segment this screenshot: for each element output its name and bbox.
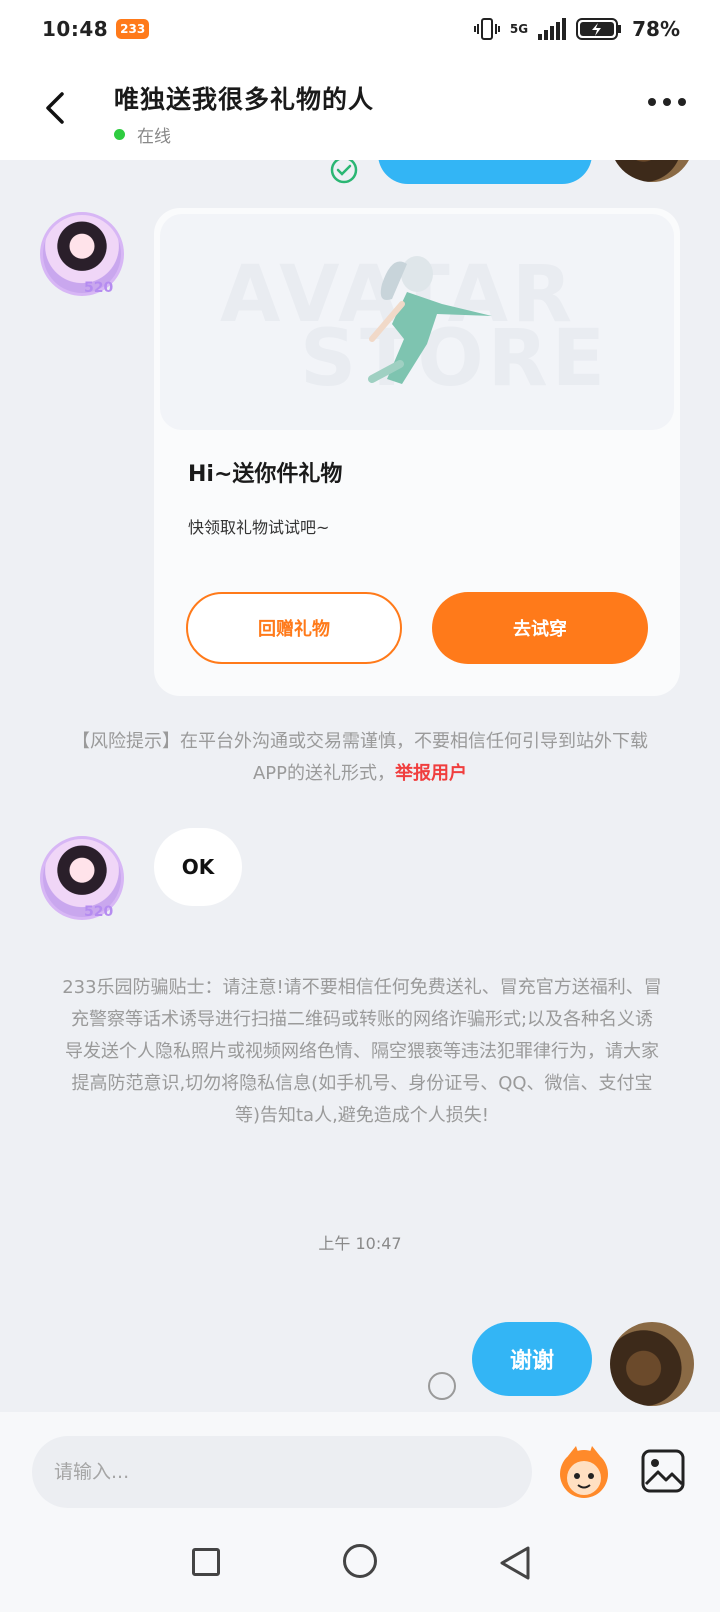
- sending-status-icon: [428, 1372, 456, 1400]
- received-message-bubble[interactable]: OK: [154, 828, 242, 906]
- avatar-figure-icon: [368, 256, 492, 384]
- gift-banner-image: AVATAR STORE: [160, 214, 674, 430]
- network-type: 5G: [509, 22, 529, 36]
- report-user-link[interactable]: 举报用户: [395, 763, 467, 784]
- image-button[interactable]: [640, 1448, 686, 1494]
- chat-header: 唯独送我很多礼物的人 在线: [0, 58, 720, 160]
- app-notification-badge: 233: [116, 19, 150, 39]
- more-dot-icon: [678, 98, 686, 106]
- my-avatar[interactable]: [610, 160, 694, 182]
- more-dot-icon: [663, 98, 671, 106]
- gift-card-message[interactable]: AVATAR STORE Hi~送你件礼物 快领取礼物试试吧~ 回赠礼物 去试穿: [154, 208, 680, 696]
- risk-notice: 【风险提示】在平台外沟通或交易需谨慎，不要相信任何引导到站外下载APP的送礼形式…: [70, 726, 650, 790]
- online-status: 在线: [114, 122, 171, 147]
- risk-notice-text: 【风险提示】在平台外沟通或交易需谨慎，不要相信任何引导到站外下载APP的送礼形式…: [72, 731, 648, 784]
- return-gift-button[interactable]: 回赠礼物: [186, 592, 402, 664]
- safety-tips: 233乐园防骗贴士：请注意!请不要相信任何免费送礼、冒充官方送福利、冒充警察等话…: [62, 977, 662, 1126]
- message-input[interactable]: [32, 1436, 532, 1508]
- read-check-icon: [330, 160, 358, 184]
- sent-message-bubble[interactable]: 谢谢: [472, 1322, 592, 1396]
- vibrate-icon: [473, 18, 500, 40]
- signal-icon: [538, 18, 567, 40]
- system-back-button[interactable]: [498, 1544, 532, 1582]
- chat-title: 唯独送我很多礼物的人: [114, 85, 375, 114]
- back-button[interactable]: [36, 86, 76, 130]
- system-nav-bar: [0, 1524, 720, 1612]
- sent-message-bubble[interactable]: [378, 160, 592, 184]
- battery-icon: [576, 18, 622, 40]
- input-bar: [0, 1412, 720, 1524]
- gift-card-title: Hi~送你件礼物: [188, 462, 343, 487]
- status-time: 10:48: [42, 17, 109, 41]
- message-timestamp: 上午 10:47: [318, 1234, 402, 1253]
- emoji-icon: [560, 1446, 608, 1498]
- online-dot-icon: [114, 129, 125, 140]
- recent-apps-button[interactable]: [192, 1548, 220, 1576]
- avatar-badge: 520: [84, 904, 114, 920]
- battery-percent: 78%: [632, 17, 680, 41]
- avatar-badge: 520: [84, 280, 114, 296]
- image-icon: [641, 1449, 685, 1493]
- more-options-button[interactable]: [648, 98, 686, 106]
- status-indicators: 5G 78%: [473, 17, 680, 41]
- home-button[interactable]: [343, 1544, 377, 1578]
- gift-card-subtitle: 快领取礼物试试吧~: [188, 518, 330, 537]
- more-dot-icon: [648, 98, 656, 106]
- my-avatar[interactable]: [610, 1322, 694, 1406]
- online-status-label: 在线: [137, 127, 171, 147]
- emoji-button[interactable]: [554, 1442, 614, 1502]
- chevron-left-icon: [46, 92, 64, 124]
- try-on-button[interactable]: 去试穿: [432, 592, 648, 664]
- chat-message-list[interactable]: 520 AVATAR STORE Hi~送你件礼物 快领取礼物试试吧~ 回赠礼物…: [0, 160, 720, 1412]
- status-bar: 10:48 233 5G 78%: [0, 0, 720, 58]
